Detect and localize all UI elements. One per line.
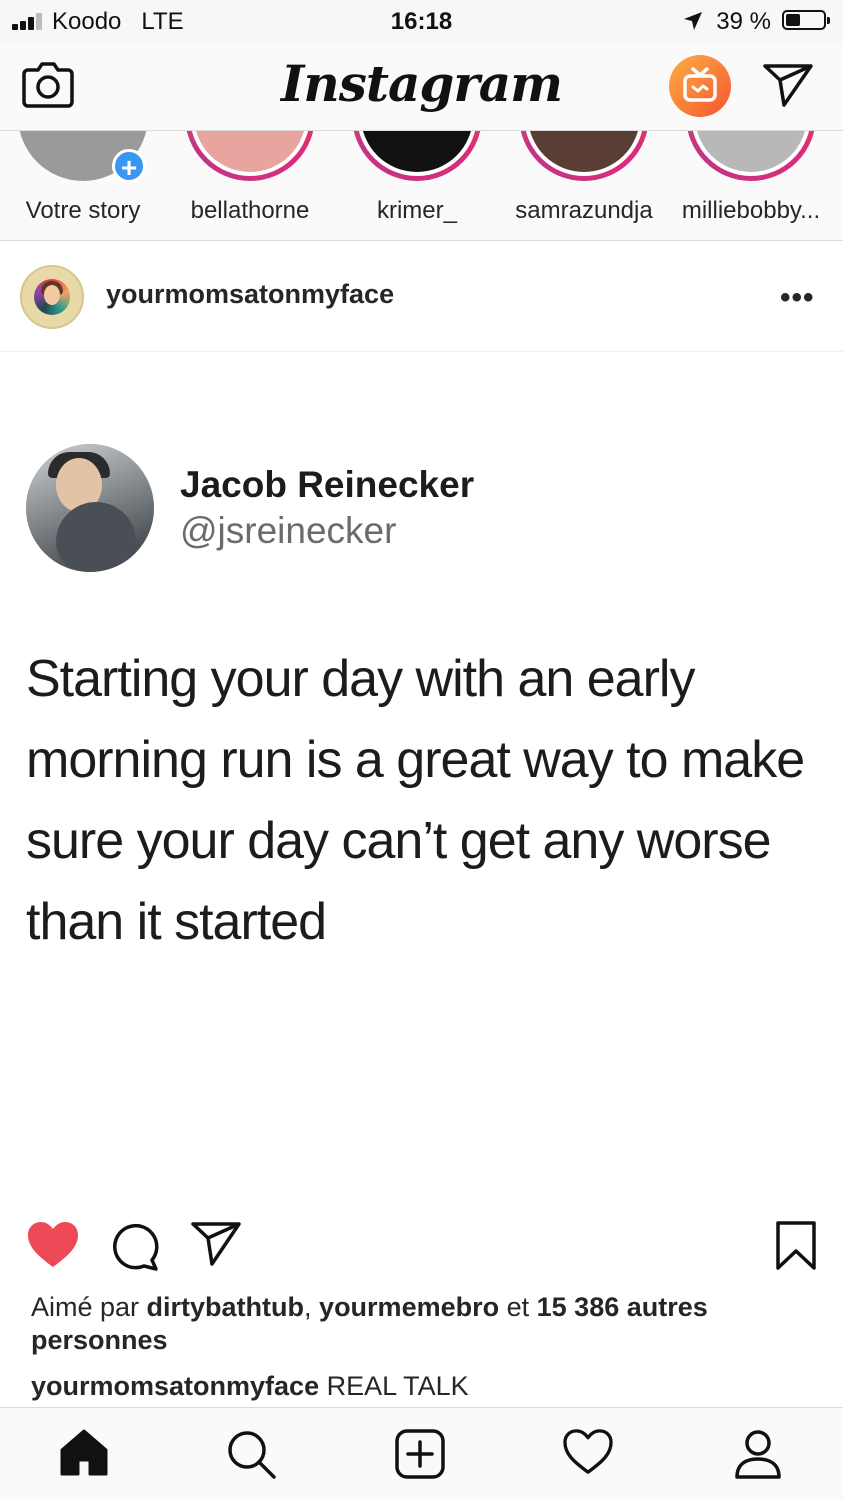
post-header: yourmomsatonmyface ••• [0, 241, 843, 352]
story-avatar [686, 131, 816, 181]
liked-by-user[interactable]: yourmemebro [319, 1292, 499, 1322]
battery-percent: 39 % [716, 8, 771, 35]
new-post-icon[interactable] [394, 1428, 446, 1480]
bottom-tab-bar [0, 1407, 843, 1500]
story-item[interactable]: + Votre story [0, 131, 166, 240]
story-username: milliebobby... [681, 197, 821, 224]
likes-separator: , [304, 1292, 320, 1322]
tweet-author-handle: @jsreinecker [180, 510, 397, 551]
more-options-icon[interactable]: ••• [780, 281, 815, 315]
story-avatar [185, 131, 315, 181]
story-item[interactable]: milliebobby... [668, 131, 834, 240]
comment-icon[interactable] [108, 1220, 162, 1272]
post-author-avatar[interactable] [20, 265, 84, 329]
share-icon[interactable] [190, 1220, 242, 1268]
story-avatar [519, 131, 649, 181]
liked-by-user[interactable]: dirtybathtub [147, 1292, 304, 1322]
post-actions [0, 1214, 843, 1276]
location-arrow-icon [684, 12, 702, 30]
stories-tray: + Votre story bellathorne krimer_ samraz… [0, 131, 843, 241]
story-username: Votre story [25, 197, 141, 224]
story-avatar [352, 131, 482, 181]
search-icon[interactable] [225, 1428, 277, 1480]
profile-icon[interactable] [733, 1428, 783, 1480]
home-icon[interactable] [58, 1428, 110, 1478]
caption-username[interactable]: yourmomsatonmyface [31, 1371, 319, 1401]
likes-summary[interactable]: Aimé par dirtybathtub, yourmemebro et 15… [31, 1291, 811, 1357]
likes-prefix: Aimé par [31, 1292, 147, 1322]
post-author-username[interactable]: yourmomsatonmyface [106, 279, 394, 310]
tweet-author-name: Jacob Reinecker [180, 464, 475, 505]
app-header: Instagram [0, 44, 843, 131]
save-bookmark-icon[interactable] [774, 1220, 818, 1272]
battery-icon [782, 10, 830, 30]
tweet-author-avatar [26, 444, 154, 572]
direct-send-icon[interactable] [762, 62, 814, 108]
status-bar: Koodo LTE 16:18 39 % [0, 0, 843, 44]
post-caption: yourmomsatonmyface REAL TALK [31, 1371, 811, 1402]
activity-icon[interactable] [562, 1428, 614, 1476]
tweet-text: Starting your day with an early morning … [26, 650, 805, 951]
story-username: krimer_ [376, 197, 457, 224]
caption-text: REAL TALK [319, 1371, 469, 1401]
story-item[interactable]: krimer_ [334, 131, 500, 240]
add-story-icon[interactable]: + [112, 149, 146, 183]
story-item[interactable]: samrazundja [501, 131, 667, 240]
post-image[interactable]: Jacob Reinecker @jsreinecker Starting yo… [0, 352, 843, 1202]
likes-and: et [499, 1292, 537, 1322]
like-heart-icon[interactable] [26, 1220, 80, 1270]
story-username: samrazundja [515, 197, 653, 224]
story-item[interactable]: bellathorne [167, 131, 333, 240]
igtv-icon[interactable] [668, 54, 732, 118]
story-username: bellathorne [190, 197, 310, 224]
